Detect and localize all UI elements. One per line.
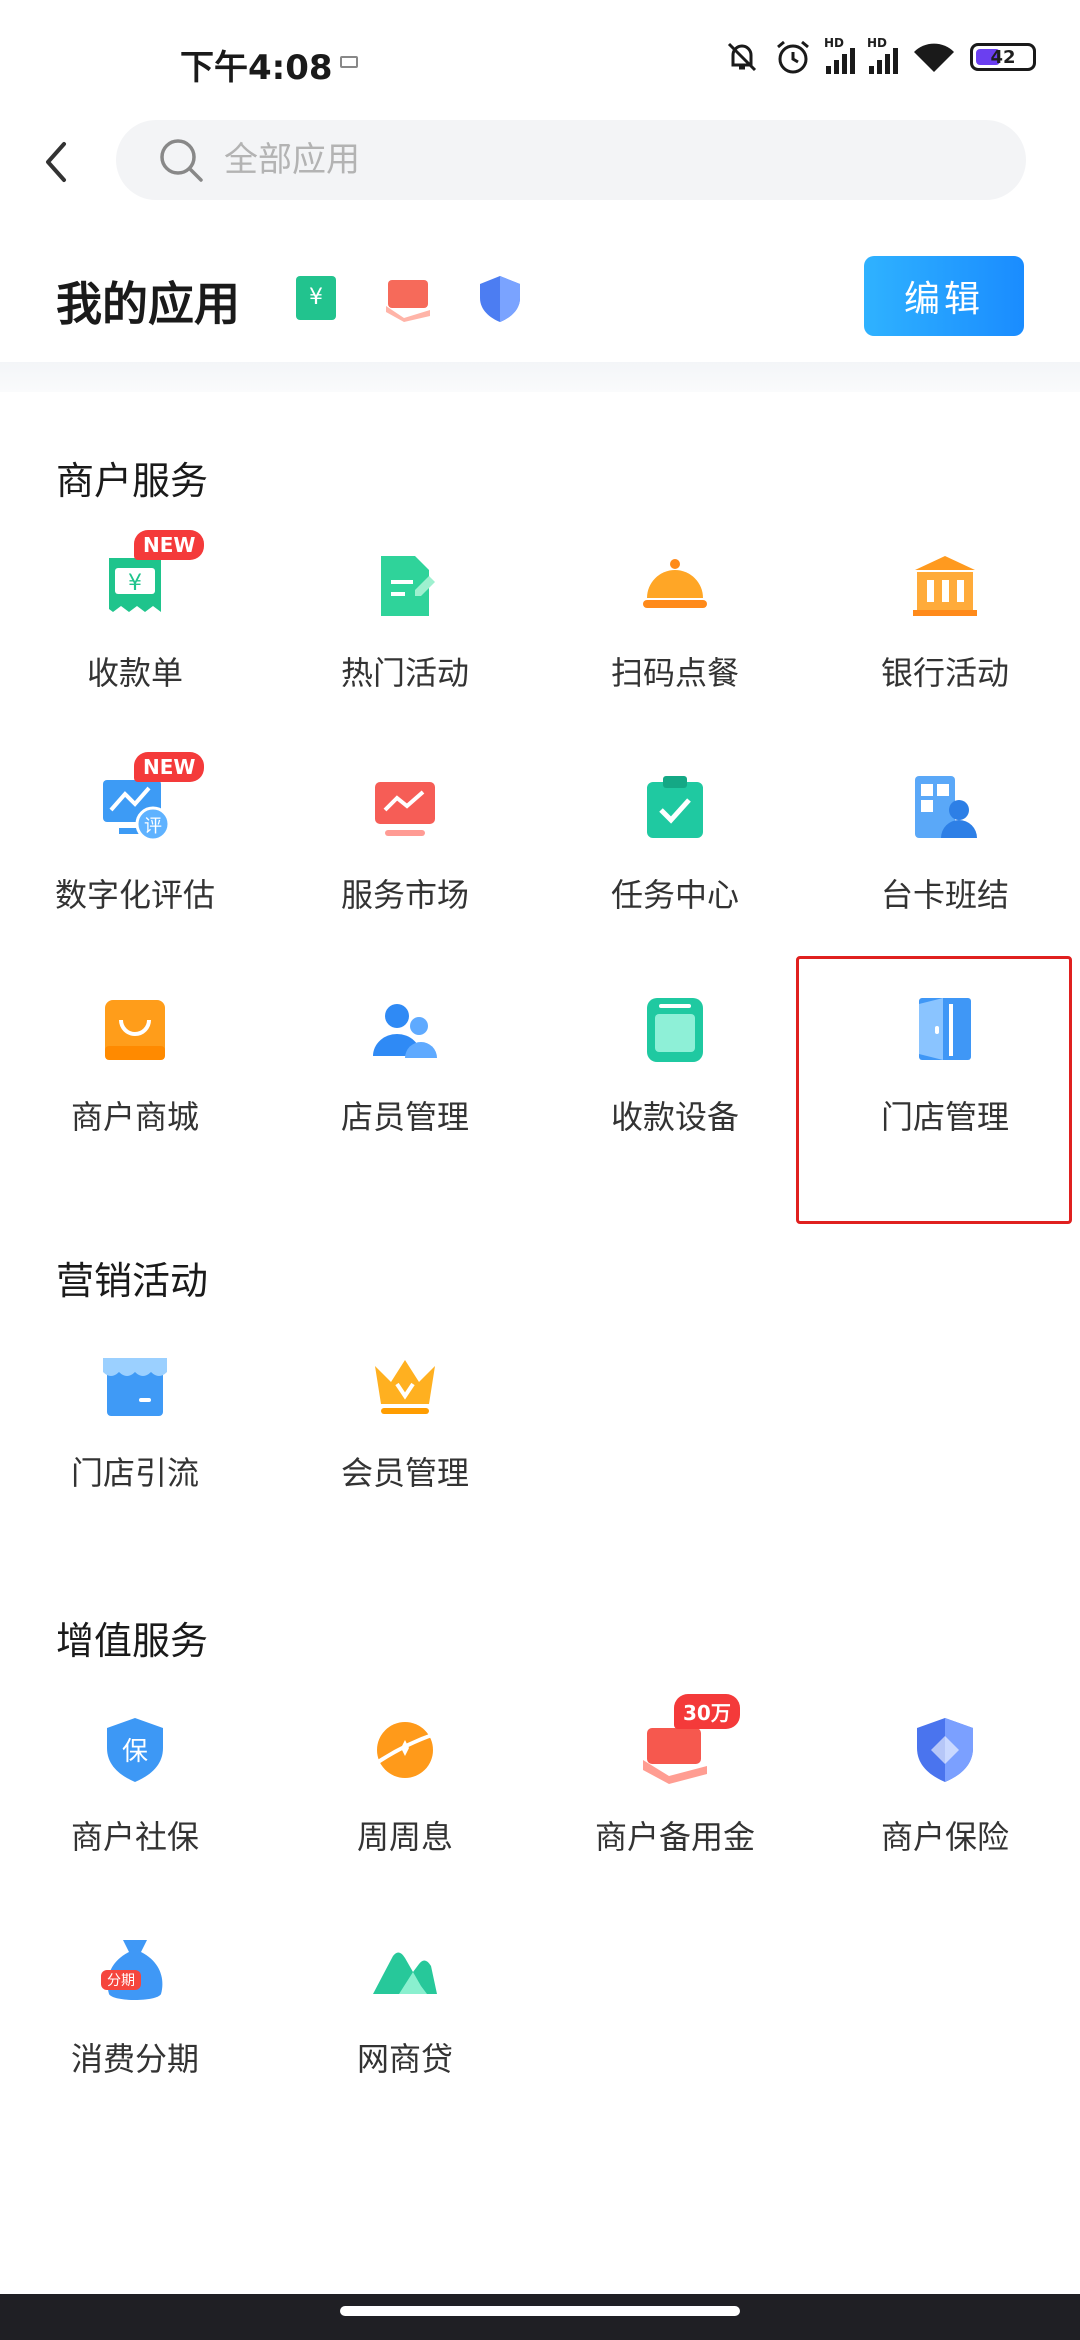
my-apps-bar: 我的应用 ¥ 编辑 <box>0 240 1080 360</box>
app-item-scan-order[interactable]: 扫码点餐 <box>540 530 810 740</box>
app-label: 台卡班结 <box>880 876 1009 914</box>
search-input[interactable] <box>224 140 924 180</box>
battery-indicator: 42 <box>970 43 1036 71</box>
app-item-social-insurance[interactable]: 保 商户社保 <box>0 1694 270 1904</box>
app-label: 商户商城 <box>70 1098 199 1136</box>
app-item-payment-device[interactable]: 收款设备 <box>540 974 810 1184</box>
app-label: 服务市场 <box>340 876 469 914</box>
cast-icon <box>340 56 358 68</box>
food-cloche-icon <box>643 559 707 608</box>
app-label: 收款单 <box>86 654 183 692</box>
hd-label-2: HD <box>867 36 888 50</box>
search-icon <box>160 139 203 182</box>
insurance-shield-icon: 保 <box>107 1718 163 1782</box>
battery-level: 42 <box>990 46 1016 68</box>
app-label: 任务中心 <box>610 876 739 914</box>
section-title-value-added: 增值服务 <box>56 1619 209 1663</box>
app-label: 商户社保 <box>70 1818 199 1856</box>
shopping-bag-icon <box>105 1000 165 1060</box>
my-apps-title: 我的应用 <box>56 277 240 331</box>
home-indicator[interactable] <box>340 2306 740 2316</box>
svg-text:评: 评 <box>144 816 162 837</box>
app-item-merchant-insurance[interactable]: 商户保险 <box>810 1694 1080 1904</box>
back-arrow-icon[interactable] <box>34 138 82 186</box>
shield-glyph: 保 <box>122 1737 148 1767</box>
hd-label-1: HD <box>824 36 845 50</box>
app-label: 网商贷 <box>356 2040 453 2078</box>
installment-glyph: 分期 <box>107 1973 135 1989</box>
crown-icon <box>375 1360 435 1414</box>
section-title-marketing: 营销活动 <box>56 1259 209 1303</box>
svg-text:¥: ¥ <box>309 285 323 310</box>
app-label: 商户备用金 <box>594 1818 755 1856</box>
staff-icon <box>373 1004 437 1058</box>
app-item-receipt[interactable]: ¥ NEW 收款单 <box>0 530 270 740</box>
alarm-icon <box>777 40 809 74</box>
edit-button[interactable]: 编辑 <box>864 256 1024 336</box>
app-label: 店员管理 <box>340 1098 469 1136</box>
new-badge: NEW <box>134 752 205 782</box>
receipt-icon[interactable]: ¥ <box>290 272 342 324</box>
app-item-table-card[interactable]: 台卡班结 <box>810 752 1080 962</box>
app-item-digital-evaluation[interactable]: 评 NEW 数字化评估 <box>0 752 270 962</box>
storefront-icon <box>103 1358 167 1416</box>
app-item-weekly-interest[interactable]: 周周息 <box>270 1694 540 1904</box>
mute-bell-icon <box>727 42 757 72</box>
device-icon <box>647 998 703 1062</box>
orange-planet-icon <box>373 1722 436 1778</box>
app-item-hot-activity[interactable]: 热门活动 <box>270 530 540 740</box>
bank-icon <box>913 556 977 616</box>
app-label: 门店引流 <box>70 1454 199 1492</box>
green-mountain-icon <box>373 1952 437 1994</box>
app-item-store-traffic[interactable]: 门店引流 <box>0 1330 270 1540</box>
new-badge: NEW <box>134 530 205 560</box>
status-bar: 下午4:08 HD HD 42 <box>0 0 1080 120</box>
market-monitor-icon <box>375 782 435 836</box>
receipt-icon: ¥ <box>109 558 161 612</box>
status-icons: HD HD 42 <box>724 36 1036 76</box>
app-label: 商户保险 <box>880 1818 1009 1856</box>
shield-icon[interactable] <box>474 272 526 324</box>
app-item-bank-activity[interactable]: 银行活动 <box>810 530 1080 740</box>
wifi-icon <box>914 43 954 72</box>
app-item-staff-management[interactable]: 店员管理 <box>270 974 540 1184</box>
app-item-installments[interactable]: 分期 消费分期 <box>0 1916 270 2126</box>
pinned-apps: ¥ <box>290 272 526 324</box>
app-item-service-market[interactable]: 服务市场 <box>270 752 540 962</box>
svg-text:¥: ¥ <box>128 571 142 596</box>
red-card-icon[interactable] <box>382 272 434 324</box>
status-time: 下午4:08 <box>180 48 333 88</box>
divider <box>0 362 1080 392</box>
monitor-evaluate-icon: 评 <box>103 780 171 842</box>
shield-icon <box>917 1718 973 1782</box>
app-label: 热门活动 <box>340 654 469 692</box>
app-label: 收款设备 <box>610 1098 739 1136</box>
app-item-mybank-loan[interactable]: 网商贷 <box>270 1916 540 2126</box>
app-label: 扫码点餐 <box>610 654 739 692</box>
app-label: 银行活动 <box>880 654 1009 692</box>
app-label: 周周息 <box>356 1818 453 1856</box>
system-nav-bar <box>0 2294 1080 2340</box>
app-item-reserve-fund[interactable]: 30万 商户备用金 <box>540 1694 810 1904</box>
section-title-merchant-services: 商户服务 <box>56 459 209 503</box>
money-bag-icon: 分期 <box>101 1940 163 2000</box>
app-item-member-management[interactable]: 会员管理 <box>270 1330 540 1540</box>
document-pen-icon <box>381 556 435 616</box>
app-label: 消费分期 <box>70 2040 199 2078</box>
app-item-merchant-mall[interactable]: 商户商城 <box>0 974 270 1184</box>
app-label: 数字化评估 <box>54 876 215 914</box>
signal-icon-1: HD <box>824 36 855 74</box>
search-bar[interactable] <box>116 120 1026 200</box>
amount-badge: 30万 <box>674 1694 740 1729</box>
qr-person-icon <box>915 776 977 838</box>
signal-icon-2: HD <box>867 36 898 74</box>
app-item-task-center[interactable]: 任务中心 <box>540 752 810 962</box>
highlight-box <box>796 956 1072 1224</box>
clipboard-check-icon <box>647 776 703 838</box>
app-label: 会员管理 <box>340 1454 469 1492</box>
